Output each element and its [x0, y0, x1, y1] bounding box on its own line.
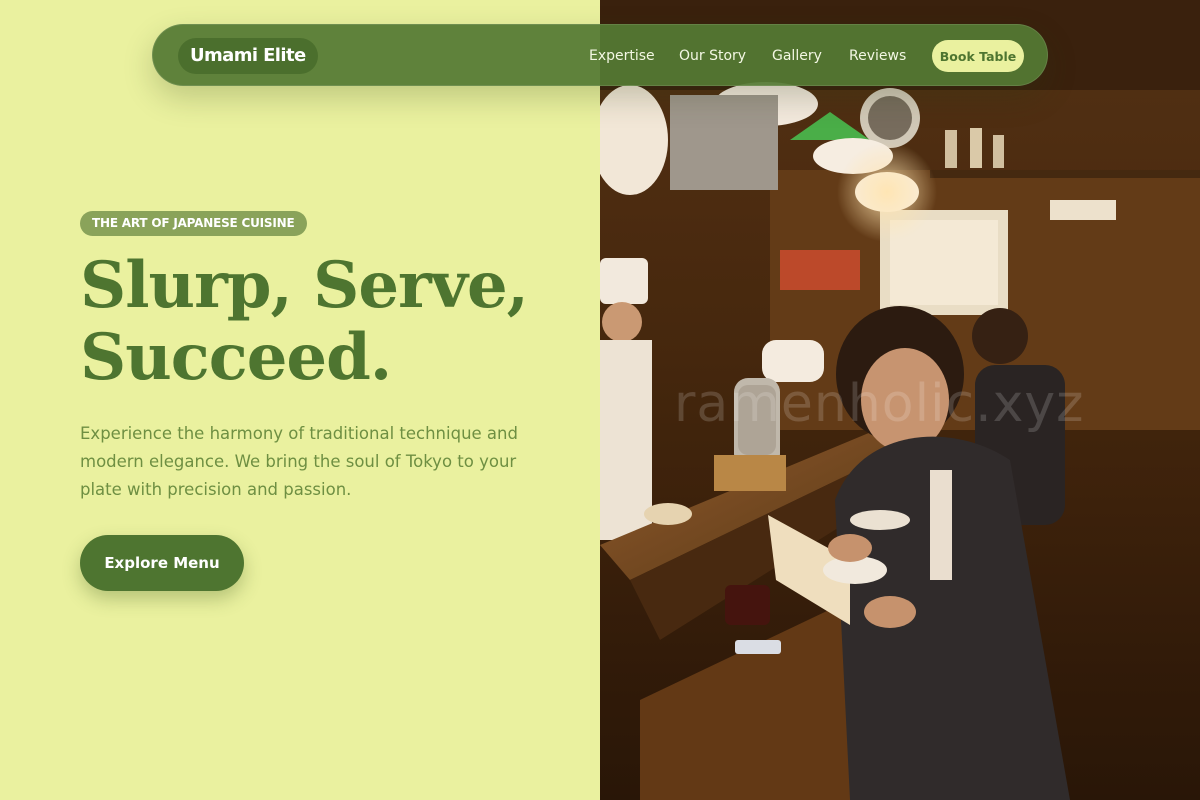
book-table-button[interactable]: Book Table [932, 40, 1024, 72]
top-navigation: Umami Elite Expertise Our Story Gallery … [152, 24, 1048, 86]
brand-logo[interactable]: Umami Elite [178, 38, 318, 74]
nav-link-our-story[interactable]: Our Story [679, 46, 746, 66]
nav-link-gallery[interactable]: Gallery [772, 46, 822, 66]
nav-link-expertise[interactable]: Expertise [589, 46, 655, 66]
eyebrow-badge: THE ART OF JAPANESE CUISINE [80, 211, 307, 236]
headline-line-2: Succeed. [80, 320, 392, 395]
hero-description: Experience the harmony of traditional te… [80, 424, 518, 499]
headline-line-1: Slurp, Serve, [80, 248, 529, 323]
nav-link-reviews[interactable]: Reviews [849, 46, 906, 66]
hero-section: THE ART OF JAPANESE CUISINE Slurp, Serve… [0, 0, 600, 800]
restaurant-photo: ramenholic.xyz [600, 0, 1200, 800]
hero-headline: Slurp, Serve, Succeed. [80, 250, 580, 394]
explore-menu-button[interactable]: Explore Menu [80, 535, 244, 591]
photo-watermark: ramenholic.xyz [674, 374, 1085, 434]
